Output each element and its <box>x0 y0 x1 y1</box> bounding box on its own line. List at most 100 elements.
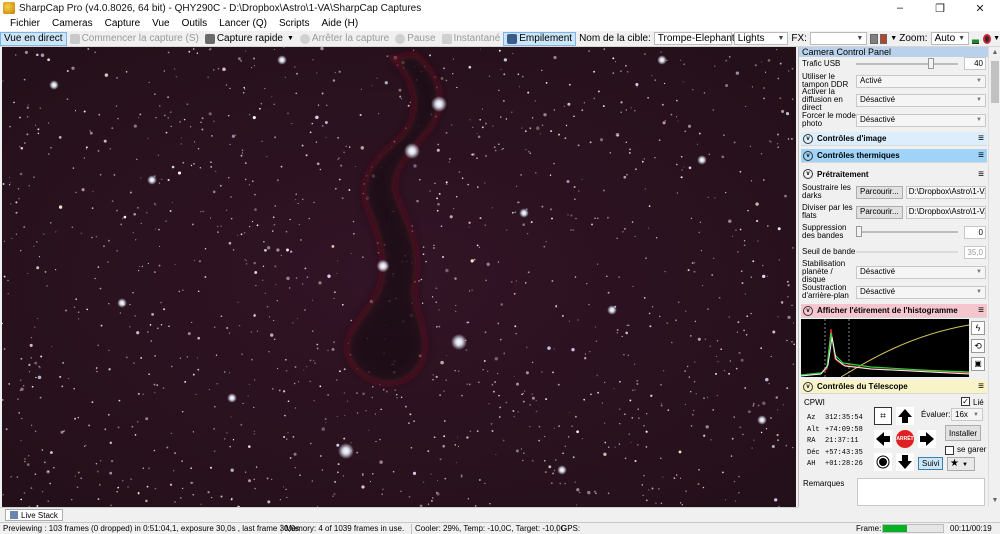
chevron-down-icon[interactable]: v <box>803 381 813 392</box>
star <box>466 383 469 386</box>
histogram-icon[interactable] <box>972 33 979 44</box>
star <box>209 217 212 219</box>
tab-live-stack[interactable]: Live Stack <box>5 509 63 521</box>
flats-path[interactable]: D:\Dropbox\Astro\1-V...▼ <box>905 205 986 219</box>
install-button[interactable]: Installer <box>945 425 982 441</box>
ddr-combo[interactable]: Activé ▼ <box>856 74 986 88</box>
stabilization-combo[interactable]: Désactivé ▼ <box>856 265 986 279</box>
track-button[interactable]: Suivi <box>918 457 944 470</box>
usb-traffic-slider[interactable] <box>856 57 958 69</box>
flats-browse-button[interactable]: Parcourir... <box>856 205 903 219</box>
slider-knob[interactable] <box>928 57 934 69</box>
section-image-title: Contrôles d'image <box>817 134 887 143</box>
minimize-button[interactable]: – <box>880 0 920 16</box>
zoom-combo[interactable]: Auto ▼ <box>930 32 970 45</box>
section-preprocessing[interactable]: v Prétraitement ≡ <box>801 167 987 181</box>
rate-combo[interactable]: 16x ▼ <box>951 408 983 421</box>
menu-vue[interactable]: Vue <box>146 18 175 29</box>
banding-value[interactable]: 0 <box>964 225 986 239</box>
scroll-up-icon[interactable]: ▲ <box>989 47 1000 59</box>
chevron-down-icon[interactable]: v <box>803 150 813 161</box>
section-thermal-controls[interactable]: v Contrôles thermiques ≡ <box>801 149 987 163</box>
chevron-down-icon[interactable]: v <box>803 305 813 316</box>
section-telescope[interactable]: v Contrôles du Télescope ≡ <box>801 380 987 394</box>
histogram-chart[interactable] <box>801 319 969 377</box>
stop-slew-button[interactable]: ARRÊT <box>896 430 914 448</box>
camera-preview[interactable] <box>2 47 796 507</box>
star <box>658 139 661 142</box>
usb-traffic-value[interactable]: 40 <box>964 57 986 70</box>
maximize-button[interactable]: ❐ <box>920 0 960 16</box>
snapshot-button[interactable]: Instantané <box>439 32 504 46</box>
star <box>213 450 216 453</box>
target-icon[interactable] <box>874 453 892 471</box>
slider-knob[interactable] <box>856 226 862 237</box>
favorites-star-icon[interactable]: ★ ▼ <box>947 457 975 471</box>
band-threshold-value[interactable]: 35,0 <box>964 245 986 259</box>
section-image-controls[interactable]: v Contrôles d'image ≡ <box>801 132 987 146</box>
star <box>555 459 557 461</box>
quick-capture-button[interactable]: Capture rapide ▼ <box>202 32 297 46</box>
menu-aide[interactable]: Aide (H) <box>316 18 365 29</box>
arrow-left-icon[interactable] <box>874 430 892 448</box>
linked-checkbox[interactable]: ✓ <box>961 397 970 406</box>
chevron-down-icon[interactable]: v <box>803 133 813 144</box>
section-histogram[interactable]: v Afficher l'étirement de l'histogramme … <box>801 304 987 318</box>
star <box>253 314 256 317</box>
menu-lancer[interactable]: Lancer (Q) <box>213 18 273 29</box>
fx-combo[interactable]: ▼ <box>809 32 868 45</box>
stop-capture-button[interactable]: Arrêter la capture <box>297 32 392 46</box>
remarks-input[interactable] <box>857 478 985 506</box>
chevron-down-icon[interactable]: v <box>803 169 813 179</box>
star <box>498 143 500 145</box>
scroll-down-icon[interactable]: ▼ <box>989 495 1000 507</box>
live-diffusion-combo[interactable]: Désactivé ▼ <box>856 93 986 107</box>
menu-cameras[interactable]: Cameras <box>46 18 99 29</box>
star <box>777 439 779 441</box>
chevron-down-icon[interactable]: ▼ <box>287 35 294 42</box>
park-checkbox[interactable] <box>945 446 954 455</box>
target-name-combo[interactable]: Trompe-Elephant ▼ <box>653 32 745 45</box>
arrow-right-icon[interactable] <box>918 430 936 448</box>
start-capture-button[interactable]: Commencer la capture (S) <box>67 32 202 46</box>
lightning-icon[interactable]: ϟ <box>971 321 985 335</box>
palette-icon[interactable] <box>879 33 888 44</box>
star <box>435 287 438 290</box>
background-combo[interactable]: Désactivé ▼ <box>856 285 986 299</box>
darks-path[interactable]: D:\Dropbox\Astro\1-V...▼ <box>905 185 986 199</box>
chevron-down-icon[interactable]: ▼ <box>993 35 1000 42</box>
close-button[interactable]: ✕ <box>960 0 1000 16</box>
banding-slider[interactable] <box>856 226 958 237</box>
spiral-search-icon[interactable]: ⌗ <box>874 407 892 425</box>
darks-browse-button[interactable]: Parcourir... <box>856 185 903 199</box>
menu-fichier[interactable]: Fichier <box>4 18 46 29</box>
star <box>78 318 80 320</box>
menu-scripts[interactable]: Scripts <box>273 18 316 29</box>
menu-icon[interactable]: ≡ <box>978 133 984 144</box>
panel-scrollbar[interactable]: ▲ ▼ <box>988 47 1000 507</box>
menu-outils[interactable]: Outils <box>176 18 214 29</box>
stacking-button[interactable]: Empilement <box>503 31 577 46</box>
bright-star <box>277 55 287 65</box>
star <box>273 103 275 105</box>
live-view-button[interactable]: Vue en direct <box>0 31 67 46</box>
menu-icon[interactable]: ≡ <box>978 169 984 180</box>
menu-icon[interactable]: ≡ <box>978 305 984 316</box>
star <box>59 375 62 378</box>
photo-mode-combo[interactable]: Désactivé ▼ <box>856 113 986 127</box>
star <box>122 480 124 482</box>
scroll-thumb[interactable] <box>991 61 999 103</box>
arrow-down-icon[interactable] <box>896 453 914 471</box>
reset-icon[interactable]: ⟲ <box>971 339 985 353</box>
focus-assist-icon[interactable] <box>982 33 992 44</box>
star <box>731 437 734 440</box>
menu-icon[interactable]: ≡ <box>978 150 984 161</box>
frame-type-combo[interactable]: Lights ▼ <box>733 32 789 45</box>
color-swatch-icon[interactable] <box>870 33 878 44</box>
pause-button[interactable]: Pause <box>392 32 438 46</box>
arrow-up-icon[interactable] <box>896 407 914 425</box>
menu-capture[interactable]: Capture <box>99 18 147 29</box>
save-icon[interactable]: ▣ <box>971 357 985 371</box>
band-threshold-slider[interactable] <box>856 251 958 253</box>
menu-icon[interactable]: ≡ <box>978 381 984 392</box>
